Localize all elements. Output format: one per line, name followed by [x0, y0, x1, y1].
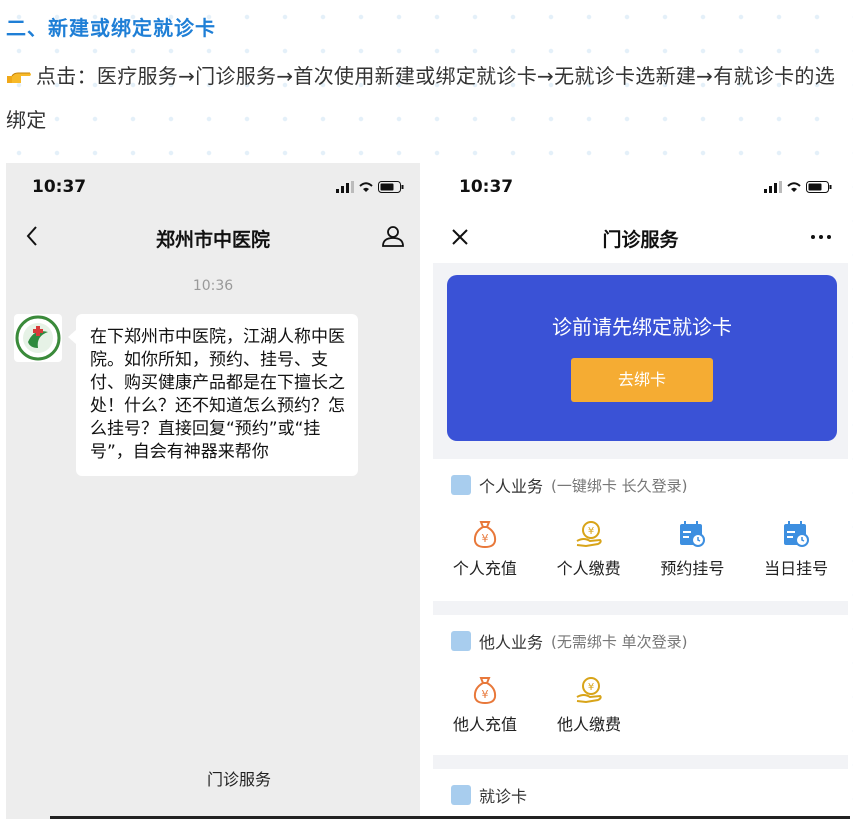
svg-text:¥: ¥ — [482, 688, 489, 701]
instruction-content: 点击：医疗服务→门诊服务→首次使用新建或绑定就诊卡→无就诊卡选新建→有就诊卡的选… — [6, 64, 836, 132]
signal-icon — [764, 181, 782, 193]
id-card-icon — [451, 785, 471, 805]
service-label: 预约挂号 — [660, 559, 725, 578]
service-label: 他人缴费 — [556, 715, 621, 734]
chat-timestamp: 10:36 — [192, 278, 234, 294]
service-same-day-registration[interactable]: 当日挂号 — [744, 519, 848, 579]
section-header: 个人业务 (一键绑卡 长久登录) — [451, 473, 688, 497]
section-title: 个人业务 — [479, 477, 544, 496]
chat-title: 郑州市中医院 — [155, 229, 270, 251]
battery-icon — [378, 181, 404, 193]
section-heading: 二、新建或绑定就诊卡 — [6, 16, 216, 40]
message-text: 在下郑州市中医院，江湖人称中医院。如你所知，预约、挂号、支付、购买健康产品都是在… — [90, 327, 345, 462]
chat-message-bubble: 在下郑州市中医院，江湖人称中医院。如你所知，预约、挂号、支付、购买健康产品都是在… — [68, 314, 358, 476]
others-services-section: 他人业务 (无需绑卡 单次登录) ¥ 他人充值 ¥ 他人缴费 — [433, 615, 848, 755]
status-icons — [764, 181, 832, 193]
service-personal-recharge[interactable]: ¥ 个人充值 — [433, 519, 537, 579]
status-bar: 10:37 — [6, 163, 420, 211]
service-appointment-registration[interactable]: 预约挂号 — [641, 519, 745, 579]
calendar-clock-icon — [680, 521, 706, 547]
outpatient-screen: 10:37 门诊服务 诊前请先绑定就诊卡 去绑卡 个人业务 (一键绑卡 长久登录… — [433, 163, 848, 819]
status-bar: 10:37 — [433, 163, 848, 211]
service-personal-payment[interactable]: ¥ 个人缴费 — [537, 519, 641, 579]
service-others-recharge[interactable]: ¥ 他人充值 — [433, 675, 537, 735]
id-card-icon — [451, 475, 471, 495]
chat-screen: 10:37 郑州市中医院 10:36 在下郑州市中医院，江湖人称中医院。如你所知… — [6, 163, 420, 819]
service-label: 他人充值 — [452, 715, 517, 734]
menu-outpatient-button[interactable]: 门诊服务 — [192, 756, 286, 804]
section-header: 就诊卡 — [451, 783, 527, 807]
personal-services-section: 个人业务 (一键绑卡 长久登录) ¥ 个人充值 ¥ 个人缴费 预约挂号 当日挂号 — [433, 459, 848, 601]
id-card-icon — [451, 631, 471, 651]
instruction-text: 点击：医疗服务→门诊服务→首次使用新建或绑定就诊卡→无就诊卡选新建→有就诊卡的选… — [6, 54, 852, 142]
battery-icon — [806, 181, 832, 193]
section-title: 就诊卡 — [479, 787, 528, 806]
svg-text:¥: ¥ — [481, 532, 488, 545]
page-title: 门诊服务 — [602, 229, 679, 251]
pointing-hand-icon — [7, 72, 31, 83]
hospital-logo — [15, 315, 61, 361]
service-grid: ¥ 个人充值 ¥ 个人缴费 预约挂号 当日挂号 — [433, 519, 848, 579]
svg-text:¥: ¥ — [587, 526, 593, 537]
pay-hand-icon: ¥ — [576, 521, 602, 548]
bind-card-banner: 诊前请先绑定就诊卡 去绑卡 — [447, 275, 837, 441]
service-label: 个人充值 — [452, 559, 517, 578]
status-time: 10:37 — [32, 177, 87, 197]
section-title: 他人业务 — [479, 633, 544, 652]
section-subtitle: (一键绑卡 长久登录) — [551, 476, 688, 495]
medical-card-section: 就诊卡 — [433, 769, 848, 819]
service-grid: ¥ 他人充值 ¥ 他人缴费 — [433, 675, 848, 735]
bind-card-button[interactable]: 去绑卡 — [571, 358, 713, 402]
signal-icon — [336, 181, 354, 193]
more-icon[interactable] — [808, 224, 834, 250]
status-icons — [336, 181, 404, 193]
wifi-icon — [787, 182, 801, 192]
hospital-avatar[interactable] — [14, 314, 62, 362]
service-label: 当日挂号 — [764, 559, 829, 578]
nav-bar: 郑州市中医院 — [6, 215, 420, 259]
status-time: 10:37 — [459, 177, 514, 197]
nav-bar: 门诊服务 — [433, 211, 848, 263]
calendar-clock-icon — [784, 521, 810, 547]
money-bag-icon: ¥ — [473, 677, 497, 705]
section-header: 他人业务 (无需绑卡 单次登录) — [451, 629, 688, 653]
banner-text: 诊前请先绑定就诊卡 — [552, 315, 732, 339]
wifi-icon — [359, 182, 373, 192]
pay-hand-icon: ¥ — [576, 677, 602, 704]
svg-text:¥: ¥ — [588, 682, 594, 693]
profile-icon[interactable] — [380, 223, 406, 249]
section-subtitle: (无需绑卡 单次登录) — [551, 632, 688, 651]
service-label: 个人缴费 — [556, 559, 621, 578]
service-others-payment[interactable]: ¥ 他人缴费 — [537, 675, 641, 735]
money-bag-icon: ¥ — [473, 521, 496, 549]
